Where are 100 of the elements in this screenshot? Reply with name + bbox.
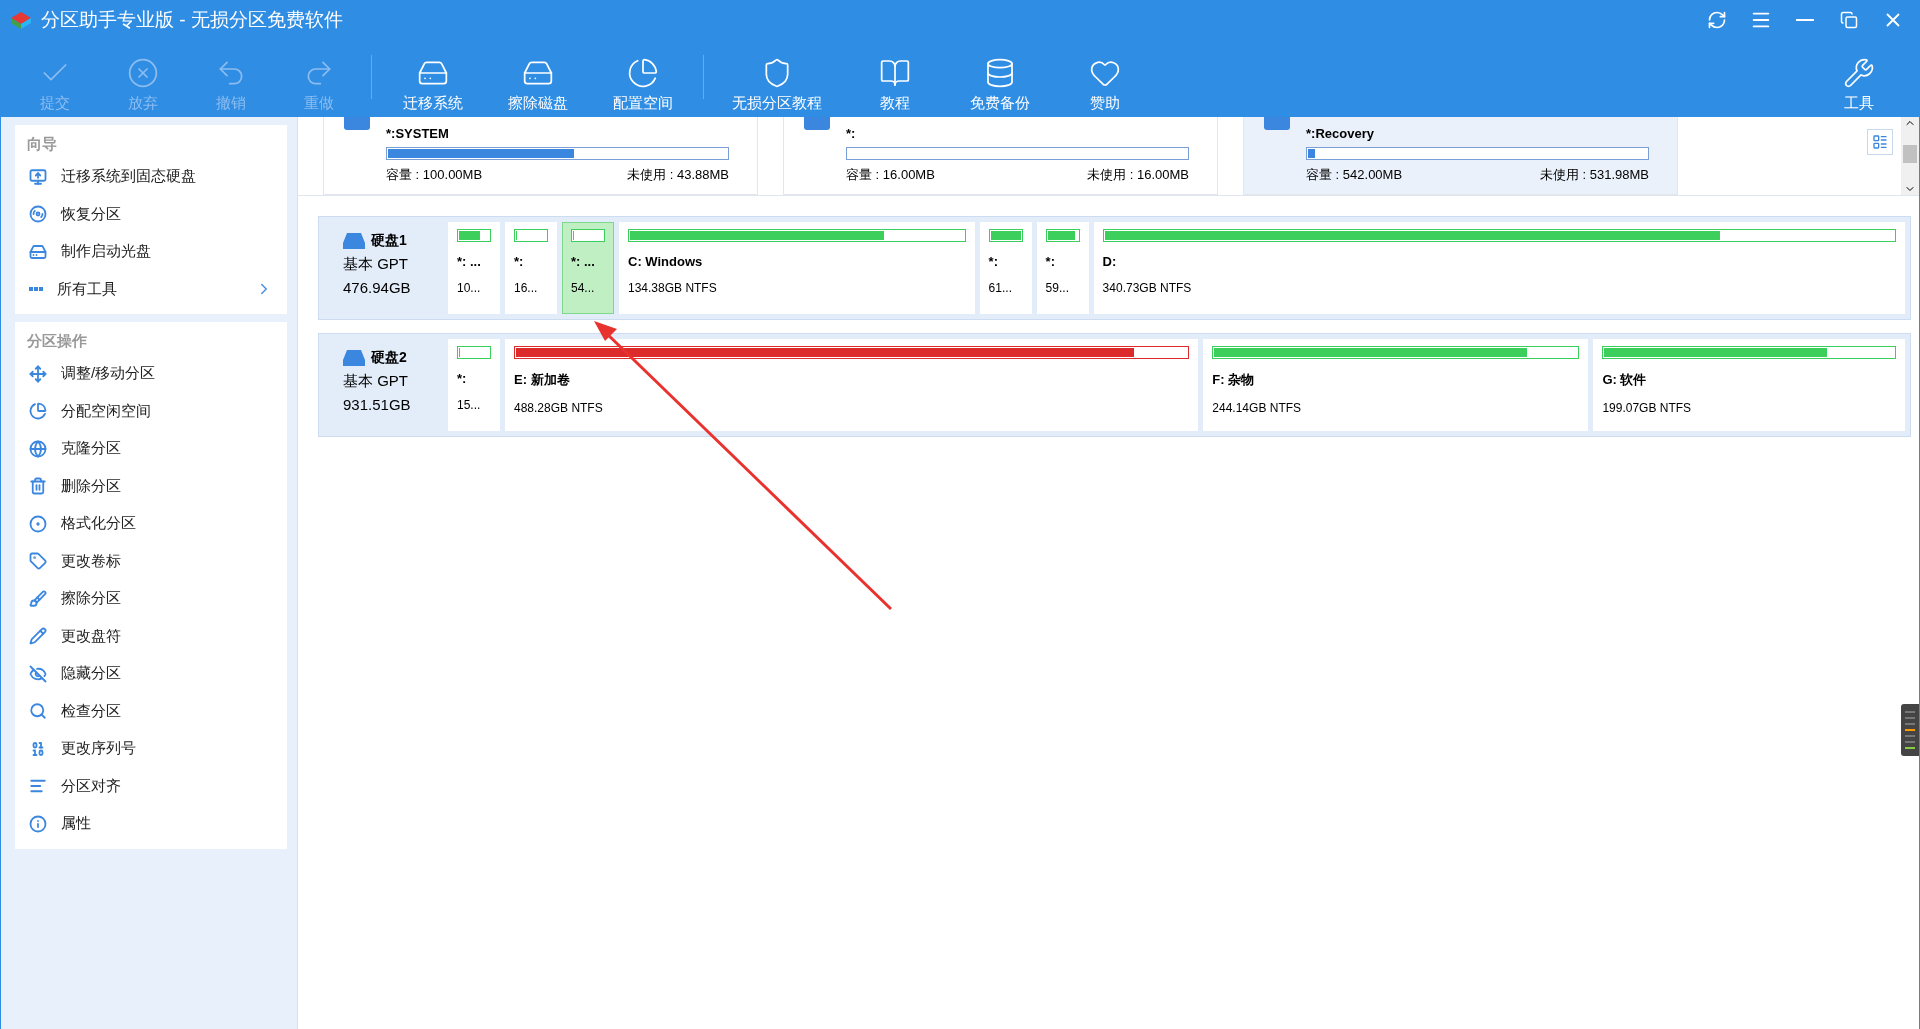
list-view-icon [1872, 134, 1888, 150]
disk-type: 基本 GPT [343, 372, 409, 391]
cancel-icon [127, 57, 159, 89]
partition-block[interactable]: D: 340.73GB NTFS [1093, 222, 1905, 314]
disk-name: 硬盘2 [343, 349, 443, 367]
sidebar-item[interactable]: 删除分区 [15, 467, 287, 505]
disk-size: 931.51GB [343, 396, 412, 413]
partition-info: 61... [988, 281, 1013, 295]
disk-type: 基本 GPT [343, 255, 409, 274]
section-title: 向导 [26, 134, 58, 154]
partition-info: 16... [514, 281, 539, 295]
partition-info: 10... [457, 281, 482, 295]
item-label: 删除分区 [61, 476, 122, 496]
item-label: 所有工具 [57, 279, 118, 299]
partition-card[interactable]: *: 容量 : 16.00MB 未使用 : 16.00MB [783, 117, 1218, 195]
move-icon [29, 364, 47, 383]
item-label: 格式化分区 [61, 514, 137, 534]
partition-info: 59... [1045, 281, 1070, 295]
partition-name: *: [846, 126, 857, 141]
capacity-text: 容量 : 542.00MB [1306, 166, 1403, 184]
sidebar-item[interactable]: 更改卷标 [15, 542, 287, 580]
partition-name: D: [1102, 254, 1118, 269]
partition-name: *:SYSTEM [386, 126, 450, 141]
globe-icon [29, 439, 47, 458]
partition-name: G: 软件 [1602, 371, 1648, 389]
partition-card[interactable]: *:Recovery 容量 : 542.00MB 未使用 : 531.98MB [1243, 117, 1678, 195]
section-title: 分区操作 [26, 331, 88, 351]
brush-icon [29, 589, 47, 608]
partition-block[interactable]: *: 61... [979, 222, 1032, 314]
sidebar-item[interactable]: 分区对齐 [15, 767, 287, 805]
sidebar-item[interactable]: 所有工具 [15, 270, 287, 308]
partition-block[interactable]: E: 新加卷 488.28GB NTFS [505, 339, 1199, 431]
partition-block[interactable]: F: 杂物 244.14GB NTFS [1203, 339, 1589, 431]
partition-block[interactable]: *: ... 54... [562, 222, 614, 314]
partition-card[interactable]: *:SYSTEM 容量 : 100.00MB 未使用 : 43.88MB [323, 117, 758, 195]
info-icon [29, 814, 47, 833]
partition-name: *: ... [571, 254, 596, 269]
view-toggle-button[interactable] [1867, 129, 1893, 155]
sidebar-item[interactable]: 分配空闲空间 [15, 392, 287, 430]
scroll-thumb[interactable] [1903, 145, 1917, 163]
sidebar-item[interactable]: 制作启动光盘 [15, 233, 287, 271]
sidebar-item[interactable]: 更改序列号 [15, 730, 287, 768]
partition-name: *: [514, 254, 525, 269]
pencil-icon [29, 627, 47, 646]
pie-chart-icon [626, 57, 659, 89]
partition-info: 134.38GB NTFS [628, 281, 718, 295]
partition-block[interactable]: *: ... 10... [448, 222, 500, 314]
sidebar-item[interactable]: 克隆分区 [15, 430, 287, 468]
partition-info: 15... [457, 398, 482, 412]
partition-name: C: Windows [628, 254, 704, 269]
item-label: 恢复分区 [61, 204, 122, 224]
sidebar-item[interactable]: 调整/移动分区 [15, 355, 287, 393]
item-label: 更改卷标 [61, 551, 122, 571]
refresh-icon [1707, 10, 1727, 30]
partition-name: *:Recovery [1306, 126, 1375, 141]
item-label: 制作启动光盘 [61, 242, 152, 262]
partition-info: 340.73GB NTFS [1102, 281, 1193, 295]
partition-block[interactable]: *: 16... [505, 222, 557, 314]
partition-info: 244.14GB NTFS [1212, 401, 1303, 415]
dots-icon [29, 287, 43, 292]
item-label: 检查分区 [61, 701, 122, 721]
minimize-icon [1796, 19, 1814, 21]
partition-info: 488.28GB NTFS [514, 401, 604, 415]
book-icon [878, 57, 911, 89]
partition-block[interactable]: G: 软件 199.07GB NTFS [1593, 339, 1905, 431]
search-icon [29, 702, 47, 721]
closed-eye-icon [29, 664, 47, 683]
item-label: 分区对齐 [61, 776, 122, 796]
trash-icon [29, 477, 47, 496]
partition-block[interactable]: C: Windows 134.38GB NTFS [619, 222, 975, 314]
sidebar-item[interactable]: 迁移系统到固态硬盘 [15, 158, 287, 196]
side-panel-handle[interactable] [1901, 704, 1919, 756]
sidebar-item[interactable]: 检查分区 [15, 692, 287, 730]
sidebar-item[interactable]: 擦除分区 [15, 580, 287, 618]
tag-icon [29, 552, 47, 571]
partition-info: 54... [571, 281, 596, 295]
sidebar-item[interactable]: 属性 [15, 805, 287, 843]
sidebar-item[interactable]: 隐藏分区 [15, 655, 287, 693]
partition-name: *: [457, 371, 468, 386]
item-label: 更改盘符 [61, 626, 122, 646]
partition-info: 199.07GB NTFS [1602, 401, 1693, 415]
disc-icon [29, 514, 47, 533]
item-label: 克隆分区 [61, 439, 122, 459]
sidebar-item[interactable]: 更改盘符 [15, 617, 287, 655]
partition-name: F: 杂物 [1212, 371, 1256, 389]
scrollbar[interactable] [1901, 117, 1919, 195]
capacity-text: 容量 : 16.00MB [846, 166, 935, 184]
wrench-icon [1842, 57, 1875, 89]
disk-size: 476.94GB [343, 279, 412, 296]
item-label: 迁移系统到固态硬盘 [61, 167, 197, 187]
partition-name: *: [988, 254, 999, 269]
capacity-text: 容量 : 100.00MB [386, 166, 483, 184]
item-label: 分配空闲空间 [61, 401, 152, 421]
partition-block[interactable]: *: 59... [1036, 222, 1089, 314]
sidebar-item[interactable]: 恢复分区 [15, 195, 287, 233]
partition-block[interactable]: *: 15... [448, 339, 500, 431]
partition-name: E: 新加卷 [514, 371, 571, 389]
restore-icon [1840, 11, 1858, 29]
sidebar-item[interactable]: 格式化分区 [15, 505, 287, 543]
free-space-text: 未使用 : 531.98MB [1539, 166, 1649, 184]
